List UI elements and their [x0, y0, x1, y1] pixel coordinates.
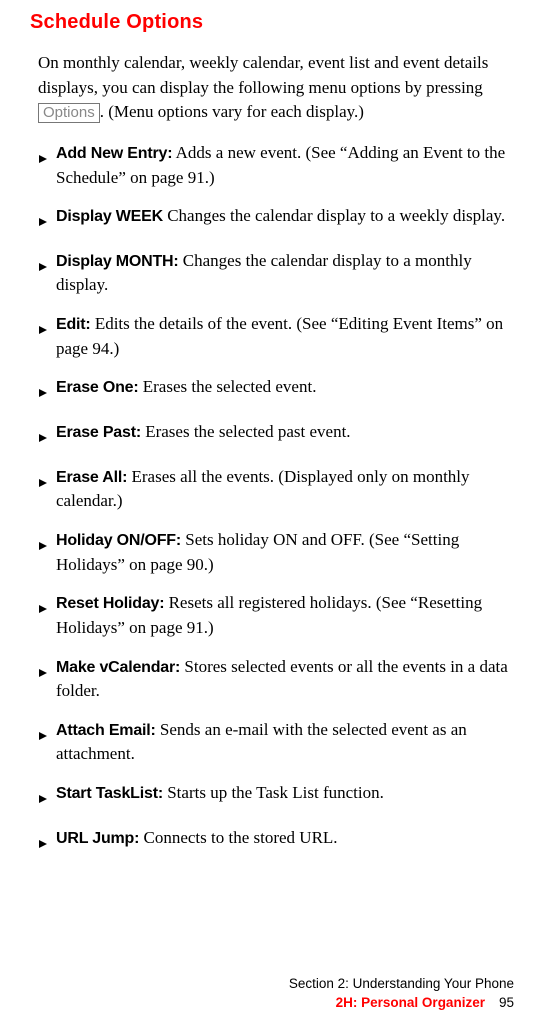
footer-chapter: 2H: Personal Organizer — [336, 995, 485, 1010]
list-item-lead: URL Jump: — [56, 830, 139, 847]
list-item: Edit: Edits the details of the event. (S… — [38, 312, 522, 361]
list-item: Attach Email: Sends an e-mail with the s… — [38, 718, 522, 767]
triangle-bullet-icon — [38, 426, 48, 451]
section-heading: Schedule Options — [30, 8, 522, 37]
list-item-lead: Display MONTH: — [56, 253, 179, 270]
triangle-bullet-icon — [38, 597, 48, 622]
options-list: Add New Entry: Adds a new event. (See “A… — [38, 141, 522, 856]
list-item-rest: Connects to the stored URL. — [139, 828, 337, 847]
list-item-text: Erase All: Erases all the events. (Displ… — [56, 465, 522, 514]
triangle-bullet-icon — [38, 724, 48, 749]
footer-page-number: 95 — [499, 995, 514, 1010]
list-item-text: Erase Past: Erases the selected past eve… — [56, 420, 522, 445]
triangle-bullet-icon — [38, 210, 48, 235]
list-item: Add New Entry: Adds a new event. (See “A… — [38, 141, 522, 190]
list-item-lead: Erase One: — [56, 379, 139, 396]
list-item: Display MONTH: Changes the calendar disp… — [38, 249, 522, 298]
list-item-rest: Erases the selected event. — [139, 377, 317, 396]
list-item-text: Edit: Edits the details of the event. (S… — [56, 312, 522, 361]
page-footer: Section 2: Understanding Your Phone 2H: … — [289, 975, 514, 1013]
list-item-text: Reset Holiday: Resets all registered hol… — [56, 591, 522, 640]
list-item: Make vCalendar: Stores selected events o… — [38, 655, 522, 704]
list-item-text: Display WEEK Changes the calendar displa… — [56, 204, 522, 229]
list-item-text: Erase One: Erases the selected event. — [56, 375, 522, 400]
list-item: Reset Holiday: Resets all registered hol… — [38, 591, 522, 640]
list-item: Erase One: Erases the selected event. — [38, 375, 522, 406]
triangle-bullet-icon — [38, 381, 48, 406]
list-item-rest: Erases the selected past event. — [141, 422, 351, 441]
triangle-bullet-icon — [38, 832, 48, 857]
list-item-lead: Make vCalendar: — [56, 659, 180, 676]
triangle-bullet-icon — [38, 147, 48, 172]
list-item-lead: Erase All: — [56, 469, 127, 486]
list-item-rest: Edits the details of the event. (See “Ed… — [56, 314, 503, 358]
list-item-lead: Erase Past: — [56, 424, 141, 441]
list-item-lead: Display WEEK — [56, 208, 163, 225]
list-item-text: Attach Email: Sends an e-mail with the s… — [56, 718, 522, 767]
list-item-text: Holiday ON/OFF: Sets holiday ON and OFF.… — [56, 528, 522, 577]
intro-pre: On monthly calendar, weekly calendar, ev… — [38, 53, 488, 97]
list-item: Erase All: Erases all the events. (Displ… — [38, 465, 522, 514]
list-item-lead: Add New Entry: — [56, 145, 172, 162]
list-item: Erase Past: Erases the selected past eve… — [38, 420, 522, 451]
list-item: URL Jump: Connects to the stored URL. — [38, 826, 522, 857]
list-item: Display WEEK Changes the calendar displa… — [38, 204, 522, 235]
triangle-bullet-icon — [38, 318, 48, 343]
list-item-lead: Reset Holiday: — [56, 595, 164, 612]
list-item-lead: Start TaskList: — [56, 785, 163, 802]
triangle-bullet-icon — [38, 787, 48, 812]
list-item-rest: Changes the calendar display to a weekly… — [163, 206, 505, 225]
list-item-lead: Holiday ON/OFF: — [56, 532, 181, 549]
intro-post: . (Menu options vary for each display.) — [100, 102, 364, 121]
list-item-text: Display MONTH: Changes the calendar disp… — [56, 249, 522, 298]
triangle-bullet-icon — [38, 255, 48, 280]
list-item-text: Add New Entry: Adds a new event. (See “A… — [56, 141, 522, 190]
options-softkey-box: Options — [38, 103, 100, 123]
list-item-lead: Attach Email: — [56, 722, 156, 739]
list-item-text: URL Jump: Connects to the stored URL. — [56, 826, 522, 851]
triangle-bullet-icon — [38, 471, 48, 496]
intro-paragraph: On monthly calendar, weekly calendar, ev… — [38, 51, 522, 125]
list-item: Holiday ON/OFF: Sets holiday ON and OFF.… — [38, 528, 522, 577]
list-item: Start TaskList: Starts up the Task List … — [38, 781, 522, 812]
list-item-rest: Starts up the Task List function. — [163, 783, 384, 802]
list-item-text: Start TaskList: Starts up the Task List … — [56, 781, 522, 806]
list-item-text: Make vCalendar: Stores selected events o… — [56, 655, 522, 704]
triangle-bullet-icon — [38, 661, 48, 686]
triangle-bullet-icon — [38, 534, 48, 559]
footer-section: Section 2: Understanding Your Phone — [289, 975, 514, 994]
list-item-lead: Edit: — [56, 316, 91, 333]
